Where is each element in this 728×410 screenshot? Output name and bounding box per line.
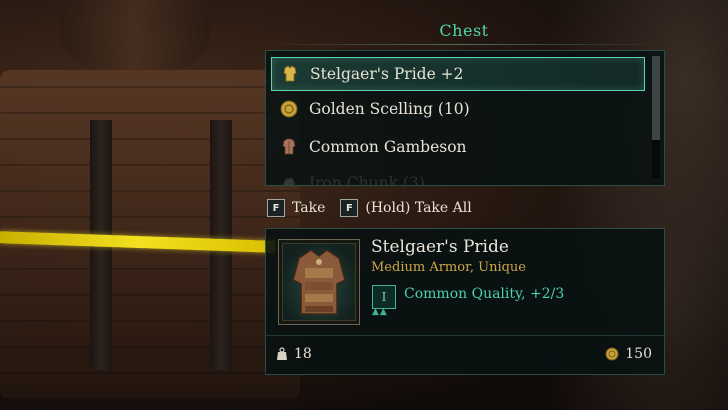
loot-item-iron-chunk[interactable]: Iron Chunk (3) [271,167,643,186]
item-name: Stelgaer's Pride [371,237,509,257]
loot-item-golden-scelling[interactable]: Golden Scelling (10) [271,93,643,125]
loot-list-scrollbar[interactable] [652,56,660,178]
item-value: 150 [605,346,652,362]
gambeson-icon [279,137,299,157]
weight-value: 18 [294,346,312,362]
loot-item-common-gambeson[interactable]: Common Gambeson [271,131,643,163]
quality-pips: ▲▲ [372,307,388,317]
ore-icon [279,173,299,185]
weight-icon [277,347,287,360]
container-title: Chest [439,21,489,40]
item-portrait [278,239,360,325]
loot-item-label: Iron Chunk (3) [309,174,425,186]
quality-tier-badge: I [372,285,396,309]
barrel-prop [60,0,210,70]
value-amount: 150 [625,346,652,362]
loot-item-label: Common Gambeson [309,138,467,156]
item-quality: Common Quality, +2/3 [404,286,565,302]
item-detail-panel: Stelgaer's Pride Medium Armor, Unique I … [265,228,665,375]
item-type: Medium Armor, Unique [371,260,526,275]
armor-icon [292,249,346,315]
take-all-action[interactable]: F (Hold) Take All [340,199,472,217]
take-action[interactable]: F Take [267,199,325,217]
keybind-f: F [340,199,359,217]
loot-list[interactable]: Stelgaer's Pride +2 Golden Scelling (10)… [265,50,665,186]
scrollbar-thumb[interactable] [652,56,660,140]
take-all-label: (Hold) Take All [365,200,472,216]
item-weight: 18 [276,346,312,362]
loot-item-label: Stelgaer's Pride +2 [310,65,464,83]
title-divider [265,44,663,45]
take-label: Take [292,200,326,216]
action-prompts: F Take F (Hold) Take All [267,198,487,218]
detail-divider [266,335,664,336]
coin-icon [279,99,299,119]
keybind-f: F [267,199,285,217]
coin-icon [605,347,619,361]
loot-item-stelgaers-pride[interactable]: Stelgaer's Pride +2 [271,57,645,91]
armor-gold-icon [280,64,300,84]
loot-item-label: Golden Scelling (10) [309,100,470,118]
